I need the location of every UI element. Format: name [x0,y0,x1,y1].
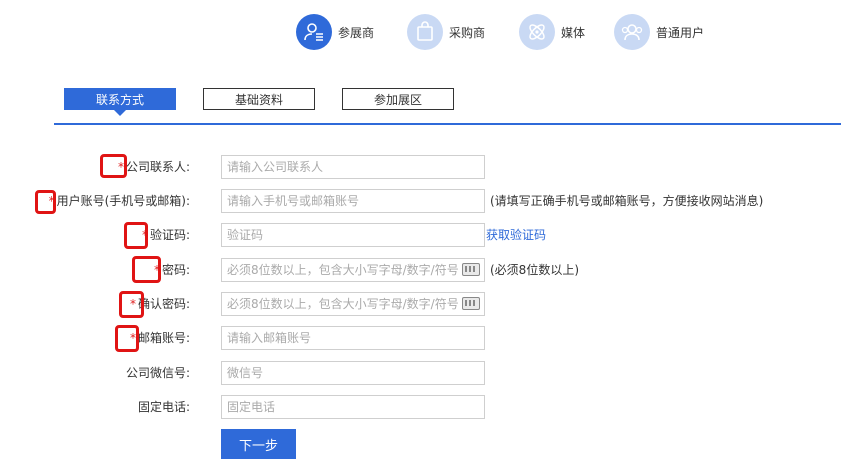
account-input[interactable] [221,189,485,213]
role-label: 媒体 [561,25,586,40]
role-label: 采购商 [449,25,486,40]
tab-divider [54,123,841,125]
form-row-account: *用户账号(手机号或邮箱): (请填写正确手机号或邮箱账号，方便接收网站消息) [0,189,841,214]
form-row-password: * 密码: (必须8位数以上) [0,256,841,283]
highlight-marker [132,256,161,283]
role-selector: 参展商 采购商 媒体 普通用户 [296,13,704,51]
exhibitor-icon [296,14,332,50]
field-label: 公司微信号: [125,366,190,380]
wechat-input[interactable] [221,361,485,385]
field-label: * 用户账号(手机号或邮箱): [48,194,190,208]
highlight-marker [35,190,56,214]
form-row-email: * 邮箱账号: [0,325,841,352]
role-exhibitor[interactable]: 参展商 [296,13,374,51]
confirm-password-input[interactable] [221,292,485,316]
tab-exhibition-area[interactable]: 参加展区 [342,88,454,110]
field-label: * 验证码: [141,228,190,242]
role-label: 参展商 [338,25,375,40]
users-icon [614,14,651,50]
next-step-button[interactable]: 下一步 [221,429,296,459]
role-buyer[interactable]: 采购商 [407,13,485,51]
highlight-marker [119,291,144,318]
shopping-bag-icon [407,14,444,50]
form-row-company-contact: * 公司联系人: [0,154,841,179]
get-captcha-link[interactable]: 获取验证码 [486,223,546,247]
password-input[interactable] [221,258,485,282]
form-row-phone: 固定电话: [0,395,841,419]
role-label: 普通用户 [656,25,705,40]
highlight-marker [115,325,139,352]
phone-input[interactable] [221,395,485,419]
form-row-confirm-password: * 确认密码: [0,291,841,318]
company-contact-input[interactable] [221,155,485,179]
form-row-captcha: *验证码: 获取验证码 [0,222,841,249]
field-label: 固定电话: [137,400,190,414]
account-hint: (请填写正确手机号或邮箱账号，方便接收网站消息) [490,194,764,208]
tab-contact[interactable]: 联系方式 [64,88,176,116]
email-input[interactable] [221,326,485,350]
form-row-wechat: 公司微信号: [0,361,841,385]
keyboard-icon[interactable] [462,297,480,310]
highlight-marker [100,154,127,178]
role-regular-user[interactable]: 普通用户 [614,13,704,51]
role-media[interactable]: 媒体 [519,13,585,51]
keyboard-icon[interactable] [462,263,480,276]
password-hint: (必须8位数以上) [490,263,579,277]
highlight-marker [124,222,148,249]
tab-basic-info[interactable]: 基础资料 [203,88,315,110]
captcha-input[interactable] [221,223,485,247]
field-label: * 公司联系人: [117,160,190,174]
media-icon [519,14,556,50]
